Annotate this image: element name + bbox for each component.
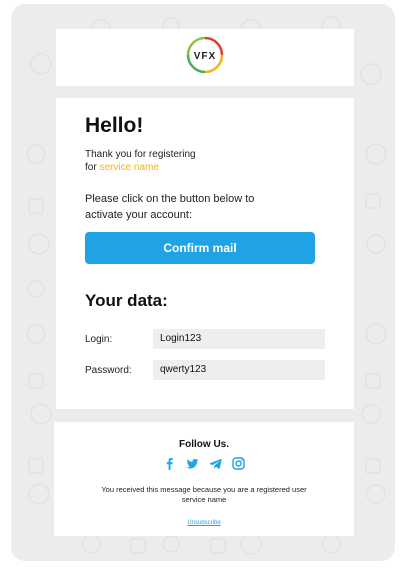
login-value-field: Login123 (153, 329, 325, 349)
twitter-icon[interactable] (186, 457, 199, 470)
notice-line-1: You received this message because you ar… (101, 485, 307, 494)
thanks-text: Thank you for registering for service na… (85, 148, 285, 174)
social-links (54, 457, 354, 470)
notice-line-2: service name (181, 495, 227, 504)
instruction-line-1: Please click on the button below to (85, 193, 255, 205)
thanks-line: Thank you for registering (85, 149, 196, 160)
follow-us-label: Follow Us. (179, 439, 229, 450)
footer-card: Follow Us. You received this message bec… (54, 422, 354, 536)
notice-text: You received this message because you ar… (84, 485, 324, 505)
instruction-text: Please click on the button below to acti… (85, 191, 300, 223)
vfx-logo: VFX (186, 36, 224, 74)
telegram-icon[interactable] (209, 457, 222, 470)
password-value-field: qwerty123 (153, 360, 325, 380)
facebook-icon[interactable] (163, 457, 176, 470)
thanks-for-word: for (85, 162, 97, 173)
logo-card: VFX (56, 29, 354, 86)
logo-text: VFX (194, 51, 216, 62)
your-data-heading: Your data: (85, 291, 168, 310)
service-name-link[interactable]: service name (99, 162, 158, 173)
email-background: VFX Hello! Thank you for registering for… (11, 4, 395, 561)
instagram-icon[interactable] (232, 457, 245, 470)
unsubscribe-link[interactable]: Unsubscribe (54, 520, 354, 526)
password-label: Password: (85, 365, 132, 376)
main-card: Hello! Thank you for registering for ser… (56, 98, 354, 409)
thanks-for-line: for service name (85, 161, 285, 174)
instruction-line-2: activate your account: (85, 209, 193, 221)
greeting-heading: Hello! (85, 114, 144, 137)
confirm-mail-button[interactable]: Confirm mail (85, 232, 315, 264)
login-label: Login: (85, 334, 113, 345)
